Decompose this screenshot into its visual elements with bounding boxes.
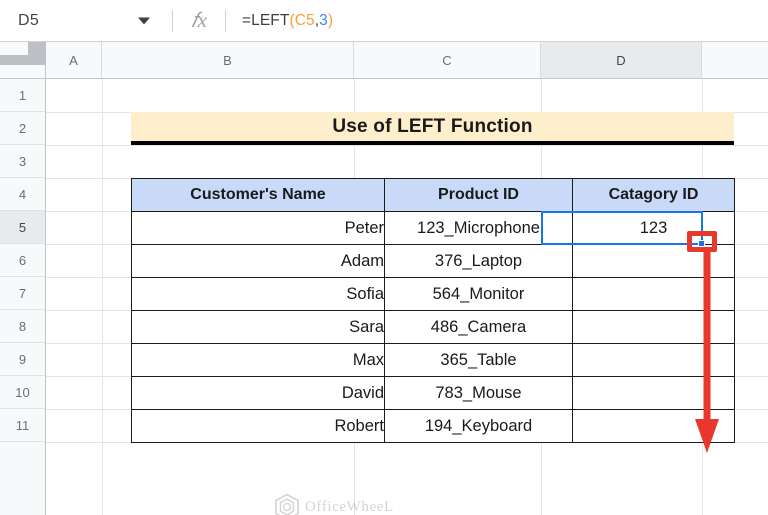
- column-header-d[interactable]: D: [541, 42, 702, 78]
- row-header-7[interactable]: 7: [0, 277, 45, 310]
- cell-category-id[interactable]: [572, 310, 735, 344]
- table-row: Peter 123_Microphone 123: [131, 211, 735, 245]
- row-header-2[interactable]: 2: [0, 112, 45, 145]
- column-title-category-id[interactable]: Catagory ID: [572, 178, 735, 212]
- spreadsheet-app: D5 𝑓x =LEFT(C5, 3) A B C D 1 2 3 4 5 6 7…: [0, 0, 768, 515]
- column-header-e-partial[interactable]: [702, 42, 768, 78]
- cell-category-id[interactable]: [572, 409, 735, 443]
- row-header-1[interactable]: 1: [0, 79, 45, 112]
- select-all-corner[interactable]: [0, 42, 46, 79]
- formula-bar: D5 𝑓x =LEFT(C5, 3): [0, 0, 768, 42]
- cell-customer-name[interactable]: David: [131, 376, 385, 410]
- row-header-8[interactable]: 8: [0, 310, 45, 343]
- formula-token-function: =LEFT: [242, 11, 290, 29]
- watermark-text: OfficeWheeL: [305, 498, 394, 515]
- formula-token-number: 3: [319, 11, 328, 29]
- table-row: Adam 376_Laptop: [131, 244, 735, 278]
- column-header-row: A B C D: [46, 42, 768, 79]
- corner-block: [0, 55, 46, 65]
- cell-category-id[interactable]: [572, 277, 735, 311]
- cell-product-id[interactable]: 783_Mouse: [384, 376, 573, 410]
- cell-customer-name[interactable]: Sofia: [131, 277, 385, 311]
- table-row: Robert 194_Keyboard: [131, 409, 735, 443]
- table-header-row: Customer's Name Product ID Catagory ID: [131, 178, 735, 212]
- cell-product-id[interactable]: 194_Keyboard: [384, 409, 573, 443]
- data-table: Customer's Name Product ID Catagory ID P…: [131, 178, 735, 443]
- cell-product-id[interactable]: 564_Monitor: [384, 277, 573, 311]
- table-row: Sofia 564_Monitor: [131, 277, 735, 311]
- row-header-4[interactable]: 4: [0, 178, 45, 211]
- cell-product-id[interactable]: 365_Table: [384, 343, 573, 377]
- column-header-a[interactable]: A: [46, 42, 102, 78]
- column-header-b[interactable]: B: [102, 42, 354, 78]
- formula-token-reference: C5: [294, 11, 315, 29]
- corner-block: [28, 42, 46, 55]
- table-row: Sara 486_Camera: [131, 310, 735, 344]
- row-header-3[interactable]: 3: [0, 145, 45, 178]
- cell-customer-name[interactable]: Peter: [131, 211, 385, 245]
- formula-input[interactable]: =LEFT(C5, 3): [226, 0, 768, 42]
- officewheel-logo-icon: [275, 493, 299, 515]
- function-button[interactable]: 𝑓x: [173, 0, 225, 42]
- row-header-6[interactable]: 6: [0, 244, 45, 277]
- table-row: David 783_Mouse: [131, 376, 735, 410]
- gridline: [46, 145, 768, 146]
- cell-category-id[interactable]: [572, 376, 735, 410]
- row-header-10[interactable]: 10: [0, 376, 45, 409]
- table-row: Max 365_Table: [131, 343, 735, 377]
- cell-product-id[interactable]: 486_Camera: [384, 310, 573, 344]
- annotation-highlight-fill-handle: [687, 231, 717, 252]
- cell-product-id[interactable]: 123_Microphone: [384, 211, 573, 245]
- sheet-title[interactable]: Use of LEFT Function: [131, 112, 734, 145]
- cell-customer-name[interactable]: Robert: [131, 409, 385, 443]
- column-header-c[interactable]: C: [354, 42, 541, 78]
- chevron-down-icon[interactable]: [138, 17, 150, 24]
- cell-customer-name[interactable]: Max: [131, 343, 385, 377]
- row-header-column: 1 2 3 4 5 6 7 8 9 10 11: [0, 79, 46, 515]
- fx-icon: 𝑓x: [191, 8, 207, 32]
- column-title-product-id[interactable]: Product ID: [384, 178, 573, 212]
- name-box[interactable]: D5: [0, 0, 172, 42]
- cell-customer-name[interactable]: Adam: [131, 244, 385, 278]
- watermark: OfficeWheeL: [274, 493, 394, 515]
- grid: A B C D 1 2 3 4 5 6 7 8 9 10 11 Use of L…: [0, 42, 768, 515]
- row-header-5[interactable]: 5: [0, 211, 45, 244]
- cell-category-id[interactable]: [572, 343, 735, 377]
- formula-token-close-paren: ): [327, 11, 334, 29]
- row-header-12-partial[interactable]: [0, 442, 45, 475]
- name-box-value: D5: [18, 11, 40, 29]
- cell-product-id[interactable]: 376_Laptop: [384, 244, 573, 278]
- row-header-9[interactable]: 9: [0, 343, 45, 376]
- cell-customer-name[interactable]: Sara: [131, 310, 385, 344]
- row-header-11[interactable]: 11: [0, 409, 45, 442]
- cell-area[interactable]: Use of LEFT Function Customer's Name Pro…: [46, 79, 768, 515]
- column-title-customer-name[interactable]: Customer's Name: [131, 178, 385, 212]
